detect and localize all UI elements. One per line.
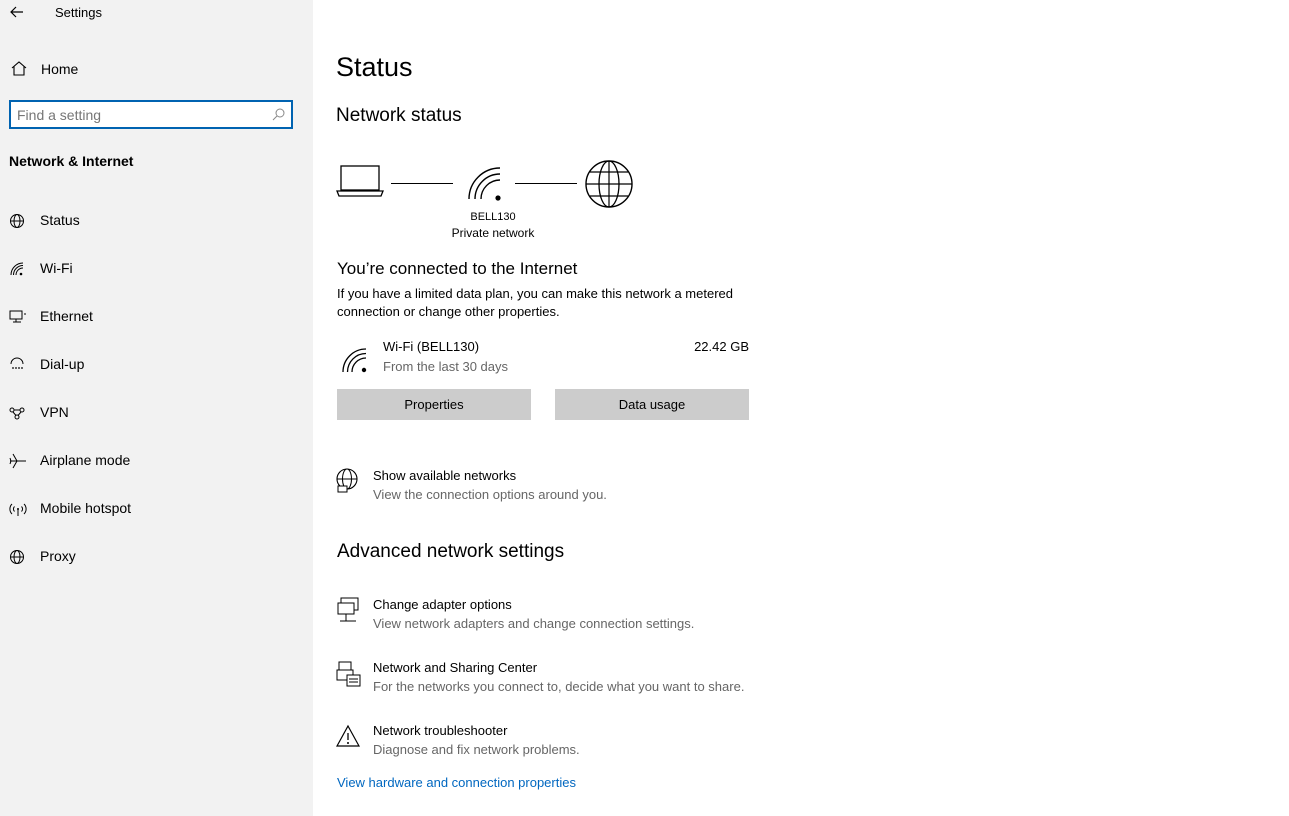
home-icon <box>11 61 27 76</box>
troubleshooter-title: Network troubleshooter <box>373 723 508 738</box>
change-adapter-subtitle: View network adapters and change connect… <box>373 616 695 631</box>
change-adapter-title: Change adapter options <box>373 597 512 612</box>
wifi-icon <box>342 348 367 373</box>
back-arrow-icon <box>10 6 23 18</box>
sidebar-item-hotspot[interactable]: Mobile hotspot <box>0 494 313 524</box>
advanced-settings-heading: Advanced network settings <box>337 541 565 562</box>
wifi-icon <box>468 167 501 201</box>
sidebar-item-label: Proxy <box>40 548 76 564</box>
show-networks-subtitle: View the connection options around you. <box>373 487 607 502</box>
sharing-icon <box>336 661 361 687</box>
network-type: Private network <box>451 226 535 240</box>
sidebar-item-label: Dial-up <box>40 356 85 372</box>
data-usage-button[interactable]: Data usage <box>555 389 749 420</box>
network-status-heading: Network status <box>336 105 462 126</box>
globe-icon <box>10 214 24 228</box>
adapter-icon <box>337 597 359 622</box>
sidebar-item-wifi[interactable]: Wi-Fi <box>0 254 313 284</box>
connected-heading: You’re connected to the Internet <box>337 259 578 278</box>
main-content: Status Network status BELL130 Private ne… <box>313 0 1289 816</box>
sharing-center-subtitle: For the networks you connect to, decide … <box>373 679 745 694</box>
hotspot-icon <box>9 503 27 516</box>
wifi-icon <box>10 262 24 276</box>
sidebar-home[interactable]: Home <box>0 56 313 82</box>
sidebar-item-dialup[interactable]: Dial-up <box>0 350 313 380</box>
sidebar-item-label: Wi-Fi <box>40 260 73 276</box>
sidebar-item-airplane[interactable]: Airplane mode <box>0 446 313 476</box>
sidebar-item-ethernet[interactable]: Ethernet <box>0 302 313 332</box>
sidebar-item-label: Ethernet <box>40 308 93 324</box>
airplane-icon <box>9 453 26 469</box>
section-title: Network & Internet <box>9 153 134 169</box>
sidebar-item-label: Airplane mode <box>40 452 131 468</box>
title-bar: Settings <box>0 0 313 26</box>
network-diagram: BELL130 Private network <box>336 158 656 248</box>
network-name: BELL130 <box>470 211 516 223</box>
connection-period: From the last 30 days <box>383 359 508 374</box>
search-box[interactable] <box>9 100 293 129</box>
sidebar-item-label: VPN <box>40 404 69 420</box>
sharing-center-title: Network and Sharing Center <box>373 660 538 675</box>
troubleshooter-subtitle: Diagnose and fix network problems. <box>373 742 580 757</box>
globe-icon <box>10 550 24 564</box>
laptop-icon <box>336 165 384 197</box>
show-networks-title: Show available networks <box>373 468 517 483</box>
sidebar-item-vpn[interactable]: VPN <box>0 398 313 428</box>
back-button[interactable] <box>6 2 28 22</box>
connected-description: If you have a limited data plan, you can… <box>337 286 733 319</box>
view-hardware-properties-link[interactable]: View hardware and connection properties <box>337 775 576 790</box>
home-label: Home <box>41 61 79 77</box>
search-input[interactable] <box>17 105 262 125</box>
connection-line <box>515 183 577 184</box>
vpn-icon <box>9 407 25 420</box>
ethernet-icon <box>9 310 26 323</box>
globe-icon <box>585 160 633 208</box>
sidebar: Settings Home Network & Internet Status … <box>0 0 313 816</box>
globe-network-icon <box>336 468 358 493</box>
app-title: Settings <box>55 5 102 20</box>
properties-button[interactable]: Properties <box>337 389 531 420</box>
connection-name: Wi-Fi (BELL130) <box>383 339 480 354</box>
page-title: Status <box>336 52 413 82</box>
warning-icon <box>336 724 360 747</box>
sidebar-item-status[interactable]: Status <box>0 206 313 236</box>
sidebar-item-label: Status <box>40 212 80 228</box>
connection-line <box>391 183 453 184</box>
sidebar-item-label: Mobile hotspot <box>40 500 132 516</box>
data-usage-value: 22.42 GB <box>694 339 749 354</box>
search-icon[interactable] <box>272 108 285 121</box>
sidebar-item-proxy[interactable]: Proxy <box>0 542 313 572</box>
dialup-icon <box>10 357 24 369</box>
